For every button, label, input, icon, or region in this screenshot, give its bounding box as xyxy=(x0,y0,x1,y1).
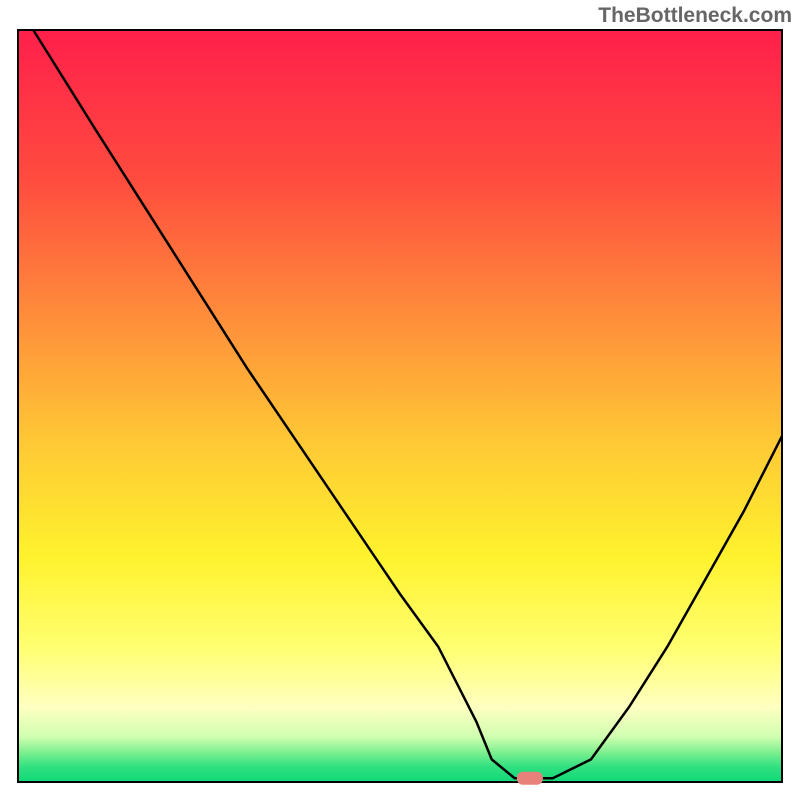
gradient-background xyxy=(18,30,782,782)
bottleneck-chart: TheBottleneck.com xyxy=(0,0,800,800)
chart-svg xyxy=(0,0,800,800)
optimal-marker xyxy=(517,772,543,785)
watermark-text: TheBottleneck.com xyxy=(598,4,792,28)
